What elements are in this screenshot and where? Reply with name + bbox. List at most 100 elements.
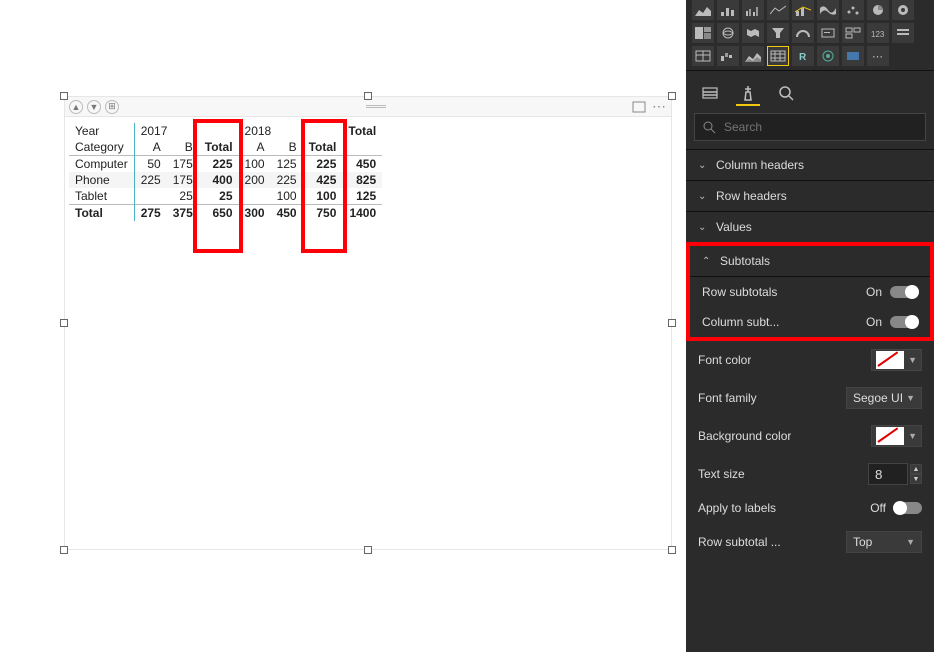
viz-stacked-area-icon[interactable] — [742, 46, 764, 66]
prop-label: Row subtotal ... — [698, 535, 781, 549]
analytics-tab-icon[interactable] — [776, 81, 796, 105]
viz-ribbon-icon[interactable] — [817, 0, 839, 20]
matrix-table: Year 2017 2018 Total Category A B Total … — [65, 117, 671, 227]
apply-to-labels-toggle[interactable]: Apply to labels Off — [686, 493, 934, 523]
cell: 50 — [134, 156, 167, 173]
viz-stacked-bar-icon[interactable] — [717, 0, 739, 20]
svg-text:R: R — [799, 52, 807, 62]
viz-card-icon[interactable] — [817, 23, 839, 43]
row-subtotals-toggle[interactable]: Row subtotals On — [690, 277, 930, 307]
grand-total-header: Total — [342, 123, 382, 139]
viz-slicer-icon[interactable] — [892, 23, 914, 43]
resize-handle[interactable] — [60, 319, 68, 327]
cell: 450 — [271, 205, 303, 222]
toggle-switch[interactable] — [890, 286, 918, 298]
toggle-switch[interactable] — [894, 502, 922, 514]
resize-handle[interactable] — [60, 92, 68, 100]
row-header: Year — [69, 123, 134, 139]
format-tab-icon[interactable] — [738, 81, 758, 105]
font-family-select[interactable]: Segoe UI▼ — [846, 387, 922, 409]
viz-multicard-icon[interactable] — [842, 23, 864, 43]
pane-tabs — [686, 70, 934, 105]
cell: 200 — [239, 172, 271, 188]
prop-label: Text size — [698, 467, 745, 481]
text-size-stepper[interactable]: ▲▼ — [868, 463, 922, 485]
viz-arcgis-icon[interactable] — [817, 46, 839, 66]
viz-matrix-icon[interactable] — [767, 46, 789, 66]
color-picker[interactable]: ▼ — [871, 349, 922, 371]
section-row-headers[interactable]: ⌄ Row headers — [686, 180, 934, 211]
viz-kpi-icon[interactable]: 123 — [867, 23, 889, 43]
viz-scatter-icon[interactable] — [842, 0, 864, 20]
cell: 25 — [167, 188, 199, 205]
drill-up-icon[interactable]: ▲ — [69, 100, 83, 114]
viz-waterfall-icon[interactable] — [717, 46, 739, 66]
chevron-down-icon: ⌄ — [698, 191, 708, 202]
more-options-icon[interactable]: ⋯ — [652, 98, 667, 115]
viz-area-chart-icon[interactable] — [692, 0, 714, 20]
viz-gauge-icon[interactable] — [792, 23, 814, 43]
section-subtotals[interactable]: ⌃ Subtotals — [690, 246, 930, 276]
viz-combo-icon[interactable] — [792, 0, 814, 20]
drag-handle-icon[interactable] — [366, 105, 386, 108]
report-canvas[interactable]: ▲ ▼ ⊞ ⋯ Year 2017 2018 Total — [0, 0, 686, 652]
row-label: Tablet — [69, 188, 134, 205]
search-input[interactable] — [724, 120, 917, 134]
focus-mode-icon[interactable] — [632, 101, 646, 113]
font-color-prop: Font color ▼ — [686, 341, 934, 379]
cell: 100 — [239, 156, 271, 173]
resize-handle[interactable] — [668, 319, 676, 327]
viz-treemap-icon[interactable] — [692, 23, 714, 43]
viz-custom-icon[interactable]: ⋯ — [867, 46, 889, 66]
matrix-visual[interactable]: ▲ ▼ ⊞ ⋯ Year 2017 2018 Total — [64, 96, 672, 550]
column-subtotal: Total — [199, 139, 239, 156]
step-up-icon[interactable]: ▲ — [910, 464, 922, 474]
viz-filled-map-icon[interactable] — [742, 23, 764, 43]
resize-handle[interactable] — [364, 546, 372, 554]
cell: 300 — [239, 205, 271, 222]
cell: 125 — [271, 156, 303, 173]
viz-pie-icon[interactable] — [867, 0, 889, 20]
cell: 100 — [303, 188, 343, 205]
toggle-state: On — [866, 315, 882, 329]
section-column-headers[interactable]: ⌄ Column headers — [686, 149, 934, 180]
section-label: Subtotals — [720, 254, 770, 268]
toggle-switch[interactable] — [890, 316, 918, 328]
resize-handle[interactable] — [364, 92, 372, 100]
cell: 225 — [199, 156, 239, 173]
viz-map-icon[interactable] — [717, 23, 739, 43]
column-sub: B — [167, 139, 199, 156]
expand-all-icon[interactable]: ⊞ — [105, 100, 119, 114]
viz-python-icon[interactable] — [842, 46, 864, 66]
column-sub: A — [239, 139, 271, 156]
cell: 225 — [303, 156, 343, 173]
viz-r-icon[interactable]: R — [792, 46, 814, 66]
section-values[interactable]: ⌄ Values — [686, 211, 934, 242]
column-subtotals-toggle[interactable]: Column subt... On — [690, 307, 930, 337]
resize-handle[interactable] — [668, 92, 676, 100]
viz-table-icon[interactable] — [692, 46, 714, 66]
background-color-prop: Background color ▼ — [686, 417, 934, 455]
step-down-icon[interactable]: ▼ — [910, 474, 922, 484]
color-picker[interactable]: ▼ — [871, 425, 922, 447]
toggle-state: On — [866, 285, 882, 299]
section-label: Values — [716, 220, 752, 234]
cell — [134, 188, 167, 205]
format-search[interactable] — [694, 113, 926, 141]
text-size-prop: Text size ▲▼ — [686, 455, 934, 493]
text-size-input[interactable] — [868, 463, 908, 485]
column-subtotal: Total — [303, 139, 343, 156]
viz-clustered-bar-icon[interactable] — [742, 0, 764, 20]
cell: 175 — [167, 172, 199, 188]
viz-funnel-icon[interactable] — [767, 23, 789, 43]
resize-handle[interactable] — [60, 546, 68, 554]
viz-line-icon[interactable] — [767, 0, 789, 20]
resize-handle[interactable] — [668, 546, 676, 554]
row-subtotal-position-select[interactable]: Top▼ — [846, 531, 922, 553]
chevron-up-icon: ⌃ — [702, 256, 712, 267]
viz-donut-icon[interactable] — [892, 0, 914, 20]
fields-tab-icon[interactable] — [700, 81, 720, 105]
svg-text:⋯: ⋯ — [872, 51, 883, 62]
drill-down-icon[interactable]: ▼ — [87, 100, 101, 114]
prop-label: Background color — [698, 429, 791, 443]
